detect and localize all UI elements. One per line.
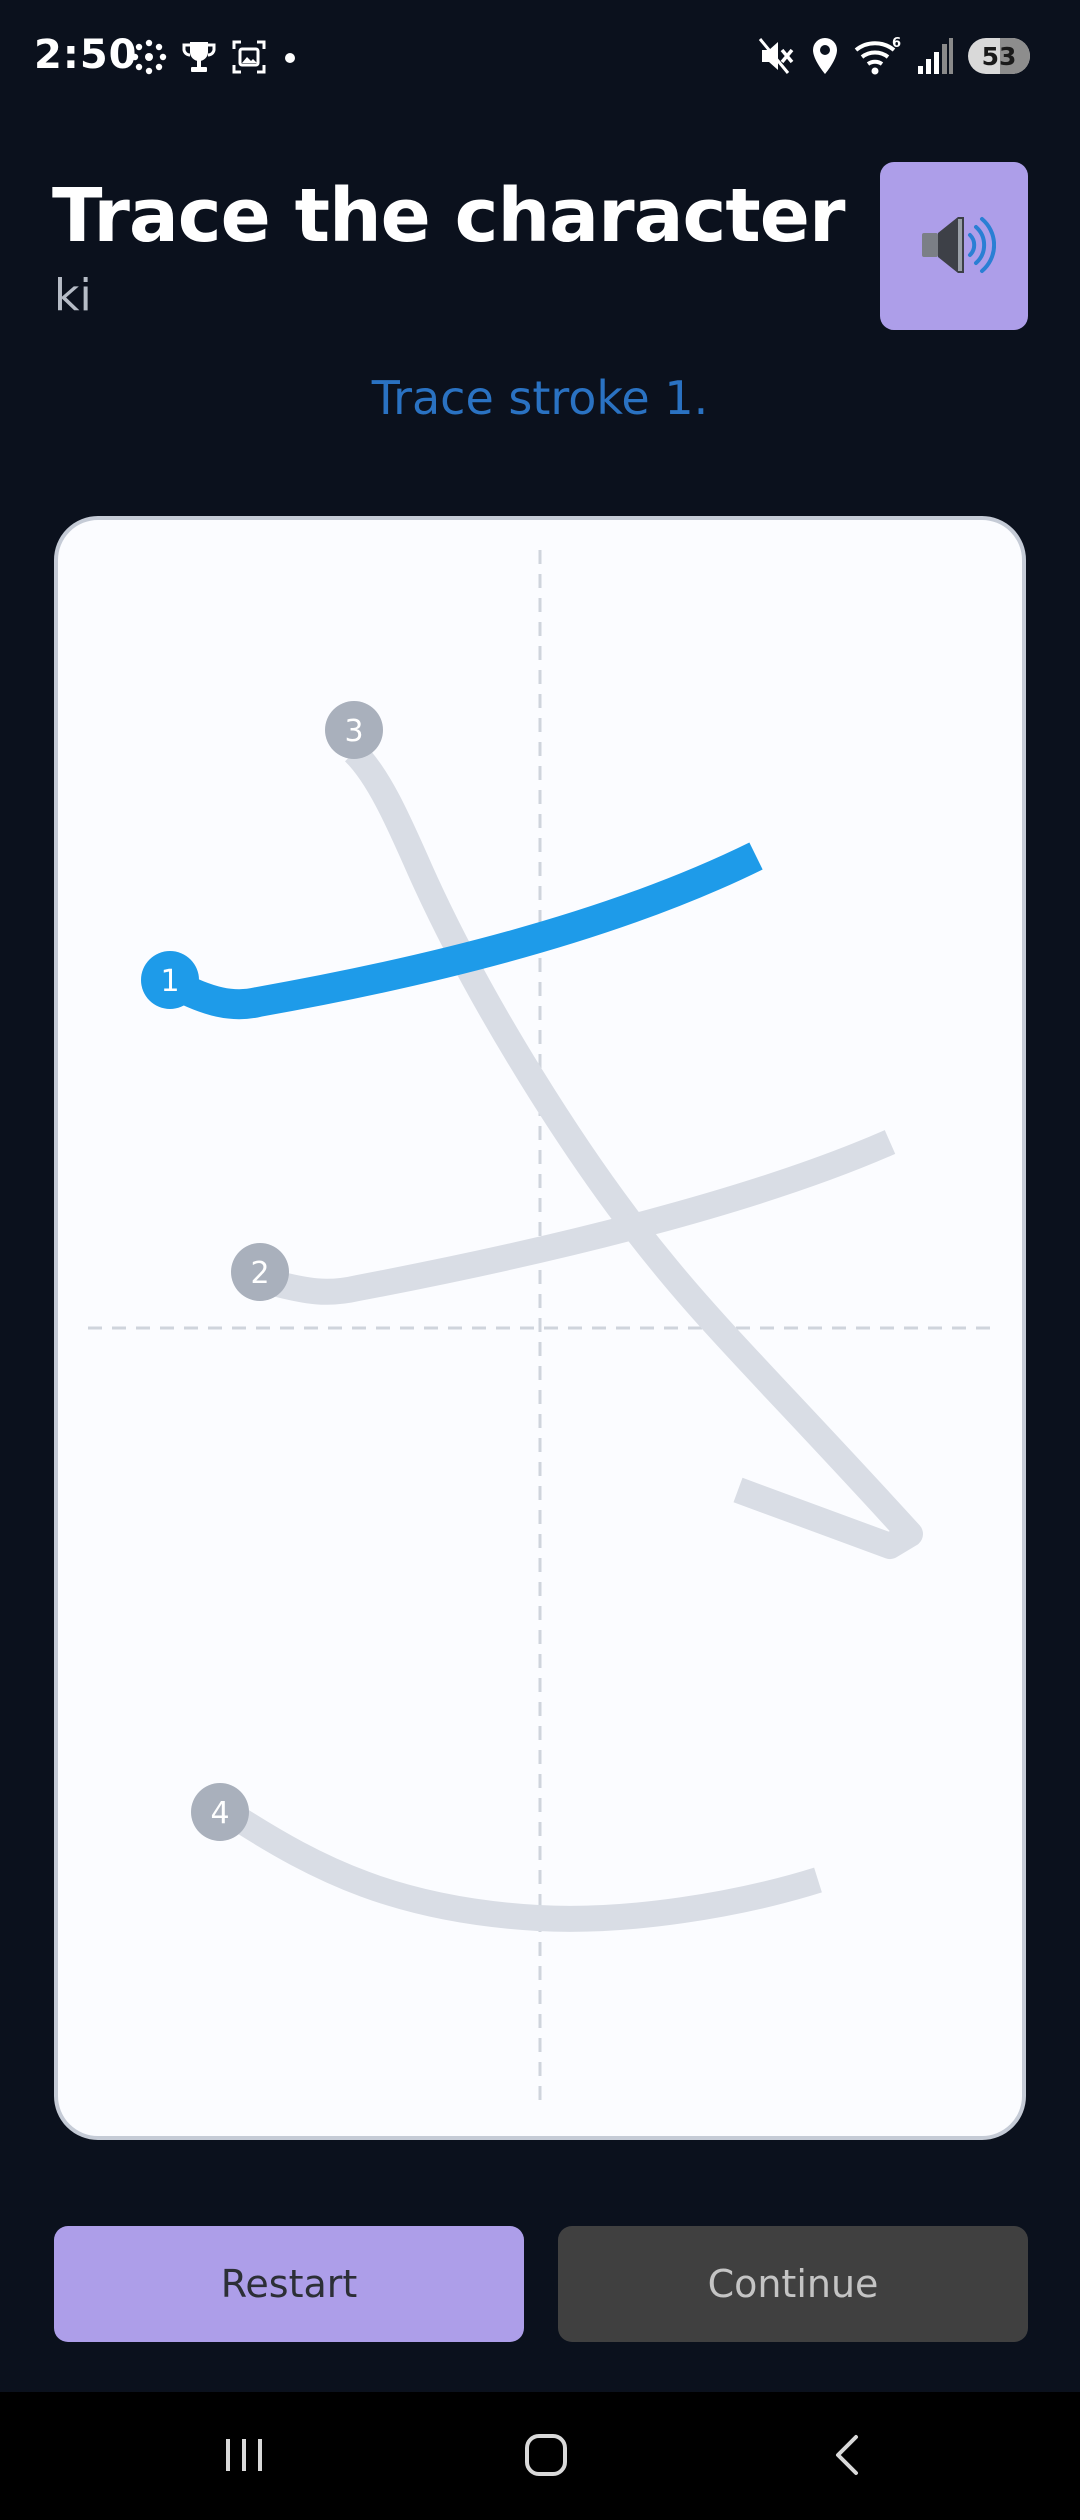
trace-canvas[interactable]: 3 1 2 4 [54, 516, 1026, 2140]
screenshot-icon [230, 38, 268, 76]
wifi-badge: 6 [892, 36, 901, 51]
page-title: Trace the character [52, 173, 845, 259]
stroke-4-marker: 4 [191, 1783, 249, 1841]
recents-button[interactable] [196, 2422, 292, 2492]
home-button[interactable] [498, 2422, 594, 2492]
mute-icon [758, 36, 796, 76]
status-system-icons: 6 53 [758, 36, 1030, 76]
battery-level: 53 [981, 41, 1017, 71]
battery-icon: 53 [968, 38, 1030, 74]
stroke-3-number: 3 [344, 714, 363, 749]
restart-button[interactable]: Restart [54, 2226, 524, 2342]
stroke-1-marker: 1 [141, 951, 199, 1009]
back-icon [824, 2431, 872, 2483]
system-nav-bar [0, 2392, 1080, 2520]
home-icon [522, 2431, 570, 2483]
stroke-4-number: 4 [210, 1796, 229, 1831]
play-audio-button[interactable] [880, 162, 1028, 330]
recents-icon [220, 2431, 268, 2483]
status-time: 2:50 [34, 32, 138, 78]
stroke-2-marker: 2 [231, 1243, 289, 1301]
stroke-1-number: 1 [160, 964, 179, 999]
back-button[interactable] [800, 2422, 896, 2492]
status-notification-icons [130, 38, 300, 76]
stroke-3-guide [344, 742, 923, 1559]
stroke-instruction: Trace stroke 1. [371, 371, 709, 425]
dot-icon [280, 38, 300, 76]
trophy-icon [180, 38, 218, 76]
wifi-icon: 6 [854, 36, 902, 76]
signal-icon [916, 36, 954, 76]
stroke-3-marker: 3 [325, 701, 383, 759]
stroke-4-guide [226, 1805, 822, 1932]
stroke-2-number: 2 [250, 1256, 269, 1291]
settings-dots-icon [130, 38, 168, 76]
romaji-label: ki [54, 270, 92, 321]
speaker-icon [912, 203, 997, 290]
location-icon [810, 36, 840, 76]
status-bar: 2:50 6 53 [0, 0, 1080, 120]
continue-button[interactable]: Continue [558, 2226, 1028, 2342]
